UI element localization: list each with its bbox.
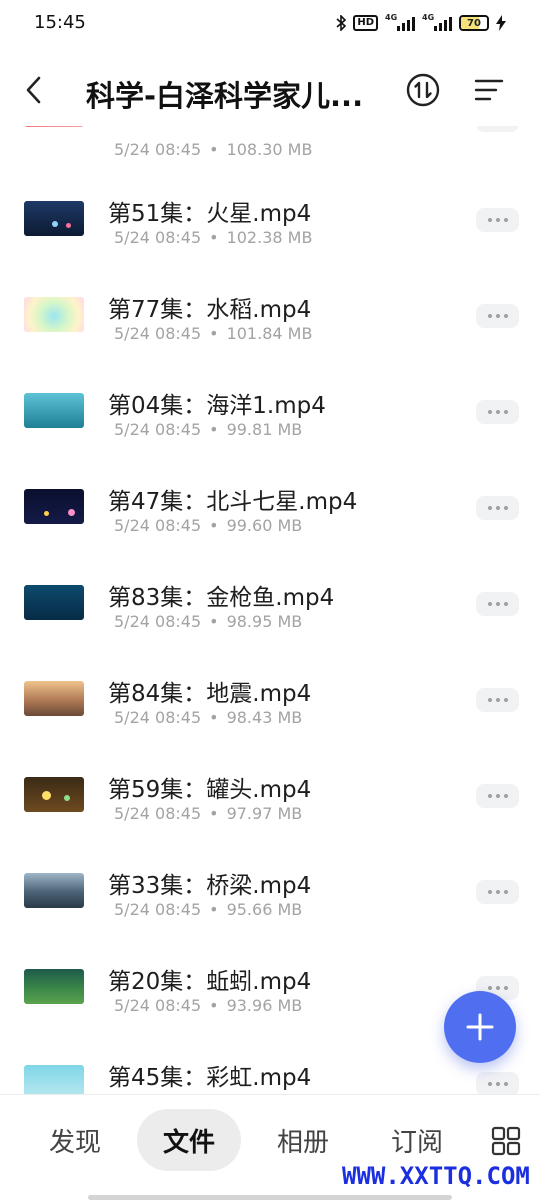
status-time: 15:45 [34, 12, 86, 33]
file-name: 第77集：水稻.mp4 [108, 297, 312, 323]
file-name: 第04集：海洋1.mp4 [108, 393, 326, 419]
grid-icon[interactable] [491, 1126, 521, 1156]
status-icons: HD 4G 4G 70 [336, 13, 506, 33]
page-title: 科学-白泽科学家儿... [86, 79, 364, 113]
list-item[interactable]: 第33集：桥梁.mp4 5/24 08:45 • 95.66 MB [0, 852, 540, 948]
video-thumbnail [24, 681, 84, 716]
back-arrow-icon [26, 76, 41, 104]
file-meta: 5/24 08:45 • 102.38 MB [114, 228, 313, 247]
more-button[interactable] [476, 208, 519, 232]
list-item[interactable]: 第59集：罐头.mp4 5/24 08:45 • 97.97 MB [0, 756, 540, 852]
watermark: WWW.XXTTQ.COM [342, 1162, 530, 1190]
file-name: 第33集：桥梁.mp4 [108, 873, 312, 899]
tab-files[interactable]: 文件 [137, 1109, 241, 1171]
more-button[interactable] [476, 400, 519, 424]
file-name: 第20集：蚯蚓.mp4 [108, 969, 312, 995]
hd-voice-icon: HD [353, 15, 378, 31]
more-button[interactable] [476, 784, 519, 808]
sort-icon [406, 73, 440, 107]
more-button[interactable] [476, 1072, 519, 1094]
top-bar: 科学-白泽科学家儿... [0, 46, 540, 136]
file-name: 第45集：彩虹.mp4 [108, 1065, 312, 1091]
video-thumbnail [24, 1065, 84, 1094]
battery-icon: 70 [459, 15, 489, 31]
video-thumbnail [24, 585, 84, 620]
file-name: 第84集：地震.mp4 [108, 681, 312, 707]
file-meta: 5/24 08:45 • 98.95 MB [114, 612, 303, 631]
home-indicator[interactable] [88, 1195, 452, 1200]
more-button[interactable] [476, 880, 519, 904]
list-item[interactable]: 第51集：火星.mp4 5/24 08:45 • 102.38 MB [0, 180, 540, 276]
video-thumbnail [24, 297, 84, 332]
more-button[interactable] [476, 592, 519, 616]
file-meta: 5/24 08:45 • 108.30 MB [114, 140, 313, 159]
file-name: 第47集：北斗七星.mp4 [108, 489, 358, 515]
tab-albums[interactable]: 相册 [258, 1109, 348, 1171]
signal-icon-2: 4G [422, 13, 452, 31]
battery-level: 70 [467, 17, 481, 29]
file-meta: 5/24 08:45 • 99.81 MB [114, 420, 303, 439]
file-meta: 5/24 08:45 • 97.97 MB [114, 804, 303, 823]
sort-button[interactable] [405, 72, 441, 108]
list-item[interactable]: 第84集：地震.mp4 5/24 08:45 • 98.43 MB [0, 660, 540, 756]
file-meta: 5/24 08:45 • 93.96 MB [114, 996, 303, 1015]
file-list: 5/24 08:45 • 108.30 MB 第51集：火星.mp4 5/24 08… [0, 126, 540, 1094]
list-item[interactable]: 5/24 08:45 • 108.30 MB [0, 126, 540, 159]
file-meta: 5/24 08:45 • 95.66 MB [114, 900, 303, 919]
more-button[interactable] [476, 496, 519, 520]
file-name: 第59集：罐头.mp4 [108, 777, 312, 803]
status-bar: 15:45 HD 4G 4G 70 [0, 0, 540, 46]
file-meta: 5/24 08:45 • 98.43 MB [114, 708, 303, 727]
video-thumbnail [24, 393, 84, 428]
more-button[interactable] [476, 688, 519, 712]
file-meta: 5/24 08:45 • 101.84 MB [114, 324, 313, 343]
more-button[interactable] [476, 304, 519, 328]
tab-discover[interactable]: 发现 [30, 1109, 120, 1171]
charging-icon [496, 15, 506, 31]
add-button[interactable] [444, 991, 516, 1063]
plus-icon [466, 1013, 494, 1041]
signal-icon-1: 4G [385, 13, 415, 31]
bluetooth-icon [336, 15, 347, 31]
file-name: 第51集：火星.mp4 [108, 201, 312, 227]
menu-icon [474, 79, 504, 101]
list-item[interactable]: 第77集：水稻.mp4 5/24 08:45 • 101.84 MB [0, 276, 540, 372]
list-item[interactable]: 第83集：金枪鱼.mp4 5/24 08:45 • 98.95 MB [0, 564, 540, 660]
video-thumbnail [24, 969, 84, 1004]
video-thumbnail [24, 126, 84, 127]
video-thumbnail [24, 489, 84, 524]
file-name: 第83集：金枪鱼.mp4 [108, 585, 335, 611]
more-button[interactable] [476, 126, 519, 132]
back-button[interactable] [18, 72, 48, 108]
file-meta: 5/24 08:45 • 99.60 MB [114, 516, 303, 535]
menu-button[interactable] [472, 74, 506, 106]
video-thumbnail [24, 873, 84, 908]
list-item[interactable]: 第47集：北斗七星.mp4 5/24 08:45 • 99.60 MB [0, 468, 540, 564]
video-thumbnail [24, 777, 84, 812]
video-thumbnail [24, 201, 84, 236]
list-item[interactable]: 第04集：海洋1.mp4 5/24 08:45 • 99.81 MB [0, 372, 540, 468]
